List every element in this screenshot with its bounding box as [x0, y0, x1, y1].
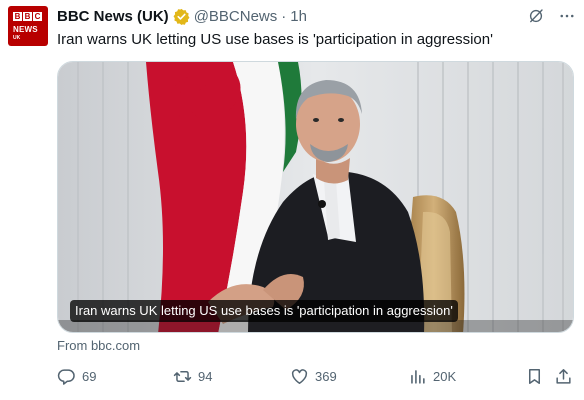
timestamp[interactable]: 1h	[290, 8, 307, 25]
bbc-block: B	[23, 12, 32, 21]
news-photo	[58, 62, 573, 332]
user-handle[interactable]: @BBCNews	[194, 8, 278, 25]
like-count: 369	[315, 368, 337, 384]
tweet-header: BBC News (UK) @BBCNews · 1h	[57, 6, 307, 26]
views-button[interactable]: 20K	[408, 364, 456, 388]
like-button[interactable]: 369	[290, 364, 337, 388]
more-icon[interactable]	[558, 7, 576, 25]
bbc-logo-blocks: B B C	[13, 12, 42, 21]
media-card[interactable]	[57, 61, 574, 333]
bbc-block: C	[33, 12, 42, 21]
link-source[interactable]: From bbc.com	[57, 338, 140, 353]
action-bar: 69 94 369 20K	[0, 364, 584, 388]
tweet[interactable]: B B C NEWS UK BBC News (UK) @BBCNews · 1…	[0, 0, 584, 400]
share-button[interactable]	[554, 364, 573, 388]
bookmark-button[interactable]	[525, 364, 544, 388]
repost-icon	[173, 370, 192, 382]
avatar[interactable]: B B C NEWS UK	[8, 6, 48, 46]
reply-icon	[57, 368, 75, 385]
bbc-block: B	[13, 12, 22, 21]
verified-badge-icon[interactable]	[173, 8, 190, 25]
tweet-text: Iran warns UK letting US use bases is 'p…	[57, 31, 493, 48]
repost-button[interactable]: 94	[173, 364, 212, 388]
repost-count: 94	[198, 368, 213, 384]
bookmark-icon	[528, 368, 541, 384]
avatar-uk-label: UK	[13, 35, 21, 41]
views-icon	[411, 369, 425, 384]
reply-button[interactable]: 69	[57, 364, 96, 388]
grok-icon[interactable]	[527, 7, 545, 25]
share-icon	[556, 368, 571, 384]
media-caption: Iran warns UK letting US use bases is 'p…	[70, 300, 458, 322]
avatar-news-label: NEWS	[13, 25, 38, 34]
views-count: 20K	[433, 368, 457, 384]
display-name[interactable]: BBC News (UK)	[57, 8, 169, 25]
reply-count: 69	[82, 368, 97, 384]
separator-dot: ·	[281, 7, 287, 25]
like-icon	[291, 368, 308, 384]
